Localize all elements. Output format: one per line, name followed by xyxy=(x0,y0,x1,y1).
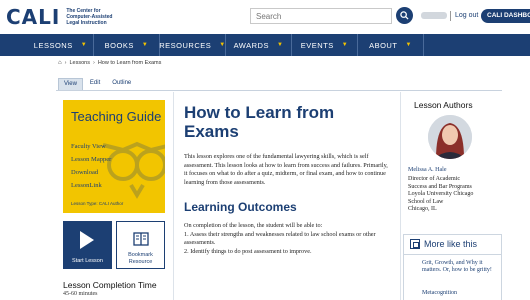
author-info-line: School of Law xyxy=(408,198,444,205)
lesson-type: Lesson Type: CALI Author xyxy=(71,201,124,206)
lesson-mapper-link[interactable]: Lesson Mapper xyxy=(71,156,111,169)
search-button[interactable] xyxy=(396,7,413,24)
breadcrumb-current: How to Learn from Exams xyxy=(97,60,162,66)
bookmark-resource-label: Bookmark Resource xyxy=(128,252,153,265)
logout-link[interactable]: Log out xyxy=(455,12,478,19)
caret-down-icon: ▼ xyxy=(219,42,226,48)
lesson-description: This lesson explores one of the fundamen… xyxy=(184,153,388,186)
nav-item-events[interactable]: EVENTS ▼ xyxy=(292,34,358,56)
more-like-this-panel: More like this Grit, Growth, and Why it … xyxy=(403,234,502,300)
breadcrumb-lessons[interactable]: Lessons xyxy=(69,60,90,66)
panel-divider xyxy=(404,254,501,255)
play-icon xyxy=(80,231,94,249)
lesson-title: How to Learn from Exams xyxy=(184,103,335,141)
author-info-line: Loyola University Chicago xyxy=(408,191,474,198)
related-lesson-link[interactable]: Metacognition xyxy=(422,290,498,297)
learning-outcomes: On completion of the lesson, the student… xyxy=(184,222,390,256)
nav-item-lessons[interactable]: LESSONS ▼ xyxy=(28,34,94,56)
teaching-guide-links: Faculty View Lesson Mapper Download Less… xyxy=(71,143,111,195)
tab-outline[interactable]: Outline xyxy=(107,78,136,90)
completion-time: 45-60 minutes xyxy=(63,291,98,297)
breadcrumb-separator: › xyxy=(92,60,95,66)
home-icon[interactable]: ⌂ xyxy=(58,60,62,66)
nav-label: AWARDS xyxy=(233,40,269,50)
completion-heading: Lesson Completion Time xyxy=(63,280,157,290)
related-icon xyxy=(410,239,420,249)
more-like-this-title: More like this xyxy=(424,239,478,249)
caret-down-icon: ▼ xyxy=(276,42,284,48)
logo-subtitle: The Center for Computer-Assisted Legal I… xyxy=(66,8,113,26)
nav-item-resources[interactable]: RESOURCES ▼ xyxy=(159,34,226,56)
author-info-line: Success and Bar Programs xyxy=(408,183,472,190)
author-name-link[interactable]: Melissa A. Hale xyxy=(408,167,447,173)
bookmark-resource-button[interactable]: Bookmark Resource xyxy=(116,221,165,269)
column-divider xyxy=(173,92,174,300)
outcome-item: 2. Identify things to do post assessment… xyxy=(184,247,312,255)
related-lesson-link[interactable]: Grit, Growth, and Why it matters. Or, ho… xyxy=(422,260,498,274)
nav-label: LESSONS xyxy=(33,40,73,50)
author-photo xyxy=(428,115,472,159)
open-book-icon xyxy=(133,232,149,246)
breadcrumb: ⌂ › Lessons › How to Learn from Exams xyxy=(58,58,161,68)
author-info-line: Director of Academic xyxy=(408,176,460,182)
lesson-authors-heading: Lesson Authors xyxy=(414,100,473,110)
user-name-redacted xyxy=(421,12,447,19)
caret-down-icon: ▼ xyxy=(141,42,149,48)
author-info-line: Chicago, IL xyxy=(408,206,437,213)
nav-label: BOOKS xyxy=(104,40,134,50)
teaching-guide-title: Teaching Guide xyxy=(71,109,162,124)
download-link[interactable]: Download xyxy=(71,169,111,182)
dashboard-button[interactable]: CALI DASHBOARD xyxy=(481,9,530,23)
main-nav: LESSONS ▼ BOOKS ▼ RESOURCES ▼ AWARDS ▼ E… xyxy=(0,34,530,56)
logo-wordmark: CALI xyxy=(6,5,61,29)
learning-outcomes-heading: Learning Outcomes xyxy=(184,200,297,214)
site-header: CALI The Center for Computer-Assisted Le… xyxy=(0,0,530,34)
caret-down-icon: ▼ xyxy=(405,42,412,48)
search-input[interactable] xyxy=(250,8,392,24)
outcomes-intro: On completion of the lesson, the student… xyxy=(184,222,323,229)
teaching-guide-card: Teaching Guide Faculty View Lesson Mappe… xyxy=(63,100,165,213)
faculty-view-link[interactable]: Faculty View xyxy=(71,143,111,156)
more-like-this-heading: More like this xyxy=(410,239,477,249)
cali-logo[interactable]: CALI The Center for Computer-Assisted Le… xyxy=(6,6,126,28)
caret-down-icon: ▼ xyxy=(80,42,88,48)
outcome-item: 1. Assess their strengths and weaknesses… xyxy=(184,230,376,247)
author-affiliation: Director of Academic Success and Bar Pro… xyxy=(408,176,500,214)
nav-item-about[interactable]: ABOUT ▼ xyxy=(358,34,424,56)
nav-item-books[interactable]: BOOKS ▼ xyxy=(94,34,160,56)
breadcrumb-separator: › xyxy=(64,60,67,66)
nav-item-awards[interactable]: AWARDS ▼ xyxy=(226,34,292,56)
tab-view[interactable]: View xyxy=(58,78,83,90)
start-lesson-button[interactable]: Start Lesson xyxy=(63,221,112,269)
header-divider xyxy=(450,11,451,21)
column-divider xyxy=(400,92,401,300)
caret-down-icon: ▼ xyxy=(341,42,349,48)
author-avatar[interactable] xyxy=(428,115,472,159)
search-icon xyxy=(400,11,409,20)
start-lesson-label: Start Lesson xyxy=(72,258,103,264)
page-tabs: View Edit Outline xyxy=(58,78,136,90)
lessonlink-link[interactable]: LessonLink xyxy=(71,182,111,195)
nav-label: RESOURCES xyxy=(159,40,212,50)
tab-edit[interactable]: Edit xyxy=(85,78,105,90)
nav-label: ABOUT xyxy=(369,40,398,50)
tab-divider xyxy=(56,90,502,91)
nav-label: EVENTS xyxy=(300,40,334,50)
